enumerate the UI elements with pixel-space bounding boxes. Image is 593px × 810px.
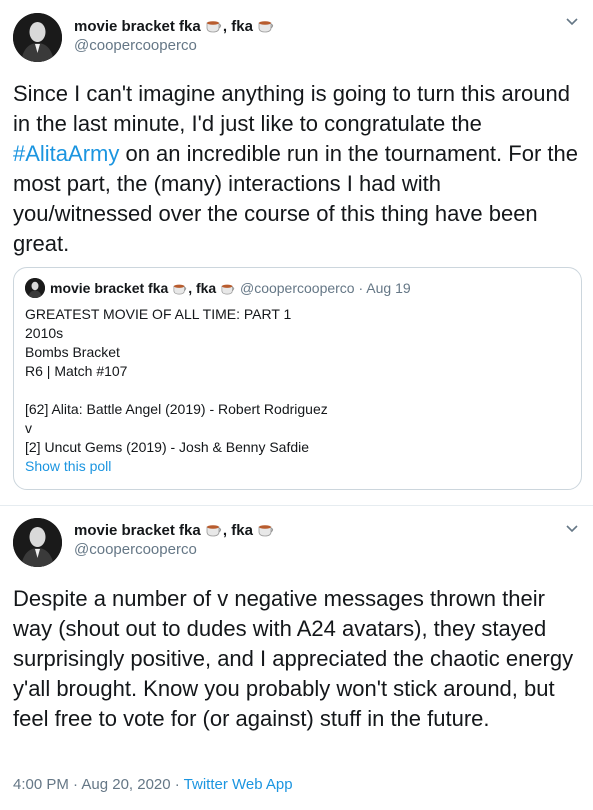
quoted-header: movie bracket fka , fka @coopercooperco …	[50, 280, 411, 298]
quoted-line: 2010s	[25, 325, 64, 341]
quoted-line: [2] Uncut Gems (2019) - Josh & Benny Saf…	[25, 439, 310, 455]
chevron-down-icon[interactable]	[565, 14, 579, 30]
author-name[interactable]: movie bracket fka , fka	[74, 17, 275, 37]
quoted-line: R6 | Match #107	[25, 363, 128, 379]
quoted-body: GREATEST MOVIE OF ALL TIME: PART 1 2010s…	[25, 305, 328, 476]
chevron-down-icon[interactable]	[565, 521, 579, 537]
tweet-text: Since I can't imagine anything is going …	[13, 81, 578, 256]
author-avatar[interactable]	[13, 518, 62, 567]
author-handle[interactable]: @coopercooperco	[74, 541, 197, 558]
source-link[interactable]: Twitter Web App	[184, 776, 293, 793]
quoted-line: v	[25, 420, 32, 436]
quoted-tweet[interactable]: movie bracket fka , fka @coopercooperco …	[13, 267, 582, 490]
coffee-icon	[257, 17, 275, 37]
timestamp[interactable]: 4:00 PM · Aug 20, 2020 ·	[13, 776, 184, 793]
tweet-divider	[0, 505, 593, 506]
coffee-icon	[257, 521, 275, 541]
tweet-meta: 4:00 PM · Aug 20, 2020 · Twitter Web App	[13, 776, 293, 793]
coffee-icon	[205, 521, 223, 541]
coffee-icon	[205, 17, 223, 37]
hashtag-link[interactable]: #AlitaArmy	[13, 141, 119, 166]
quoted-line: Bombs Bracket	[25, 344, 120, 360]
author-name[interactable]: movie bracket fka , fka	[74, 521, 275, 541]
author-avatar[interactable]	[13, 13, 62, 62]
tweet-text: Despite a number of v negative messages …	[13, 586, 574, 731]
coffee-icon	[220, 281, 236, 298]
quoted-avatar	[25, 278, 45, 298]
quoted-line: [62] Alita: Battle Angel (2019) - Robert…	[25, 401, 328, 417]
quoted-line: GREATEST MOVIE OF ALL TIME: PART 1	[25, 306, 292, 322]
coffee-icon	[172, 281, 188, 298]
author-handle[interactable]: @coopercooperco	[74, 37, 197, 54]
show-poll-link[interactable]: Show this poll	[25, 457, 328, 476]
quoted-line	[25, 381, 328, 400]
